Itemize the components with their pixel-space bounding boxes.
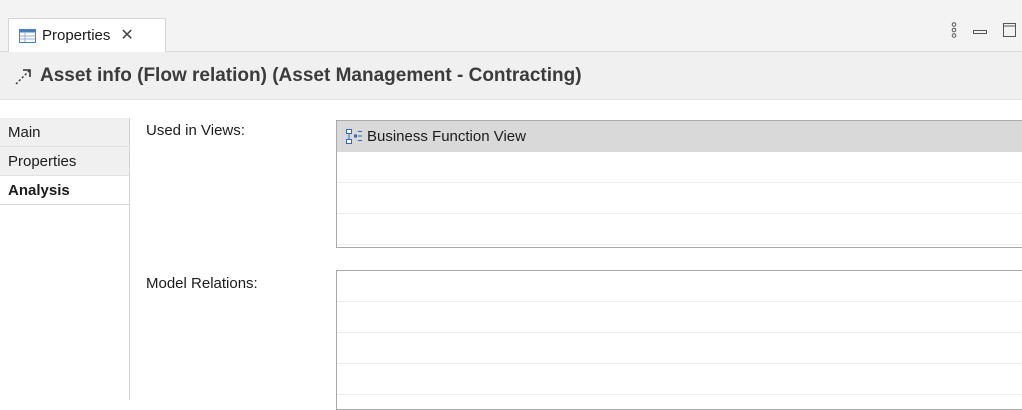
list-empty-row xyxy=(337,152,1022,183)
view-tab-strip: Properties ✕ xyxy=(0,0,1022,52)
list-empty-row xyxy=(337,271,1022,302)
list-item-label: Business Function View xyxy=(367,127,526,145)
view-menu-icon[interactable] xyxy=(951,22,957,41)
close-icon[interactable]: ✕ xyxy=(120,27,133,44)
list-empty-row xyxy=(337,302,1022,333)
properties-table-icon xyxy=(19,28,36,43)
list-item[interactable]: Business Function View xyxy=(337,121,1022,152)
list-empty-row xyxy=(337,333,1022,364)
list-empty-row xyxy=(337,183,1022,214)
model-relations-label: Model Relations: xyxy=(146,275,258,292)
view-diagram-icon xyxy=(345,128,363,145)
section-tabs: Main Properties Analysis xyxy=(0,118,130,400)
flow-relation-arrow-icon xyxy=(14,66,34,86)
maximize-icon[interactable] xyxy=(1003,23,1016,40)
sidebar-item-main[interactable]: Main xyxy=(0,118,129,147)
tab-properties[interactable]: Properties ✕ xyxy=(8,18,166,52)
list-empty-row xyxy=(337,214,1022,245)
window-controls xyxy=(951,22,1016,41)
sidebar-item-analysis[interactable]: Analysis xyxy=(0,176,129,205)
page-title: Asset info (Flow relation) (Asset Manage… xyxy=(40,64,582,86)
minimize-icon[interactable] xyxy=(973,24,987,40)
properties-title-bar: Asset info (Flow relation) (Asset Manage… xyxy=(0,52,1022,100)
tab-label: Properties xyxy=(42,27,111,44)
used-in-views-list[interactable]: Business Function View xyxy=(336,120,1022,248)
used-in-views-label: Used in Views: xyxy=(146,122,245,139)
list-empty-row xyxy=(337,364,1022,395)
sidebar-filler xyxy=(0,205,129,400)
sidebar-item-properties[interactable]: Properties xyxy=(0,147,129,176)
model-relations-list[interactable] xyxy=(336,270,1022,410)
